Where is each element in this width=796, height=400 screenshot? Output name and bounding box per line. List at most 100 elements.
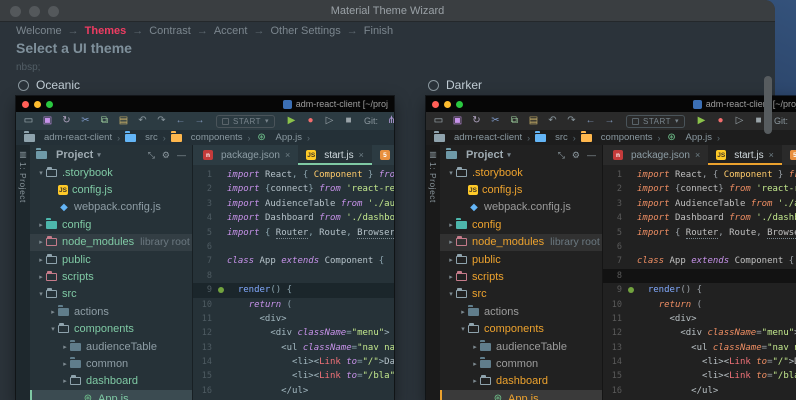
radio-button-icon[interactable] — [428, 80, 439, 91]
theme-option-darker[interactable]: Darker adm-react-client [~/proj▭▣↻✂⧉▤↶↷←… — [426, 76, 768, 400]
code-line: 10 return ( — [193, 298, 394, 312]
save-all-icon: ▣ — [42, 116, 53, 126]
tree-item-label: App.js — [98, 393, 129, 400]
tree-item-audiencetable: ▸audienceTable — [30, 338, 192, 355]
line-number: 6 — [193, 240, 217, 254]
tree-item-common: ▸common — [440, 355, 602, 372]
react-file-icon: ⊛ — [666, 132, 678, 143]
wizard-titlebar[interactable]: Material Theme Wizard — [0, 0, 775, 22]
line-number: 12 — [193, 326, 217, 340]
run-configuration-select: START▾ — [626, 115, 685, 128]
tree-item-label: config.js — [72, 184, 112, 196]
close-tab-icon: × — [285, 150, 290, 160]
scrollbar-thumb[interactable] — [764, 76, 772, 134]
breadcrumb-label: components — [191, 132, 243, 143]
gutter-marker-slot — [627, 182, 637, 196]
gutter-marker-slot — [627, 269, 637, 283]
line-number: 8 — [603, 269, 627, 283]
zoom-button[interactable] — [48, 6, 59, 17]
code-line: 4import Dashboard from './dashboard/Dash… — [603, 211, 796, 225]
code-token: <li>< — [637, 357, 729, 367]
code-token — [637, 300, 659, 310]
folder-icon — [171, 134, 182, 142]
code-line: 15 <li><Link to="/bla">Audience</Link> — [193, 369, 394, 383]
theme-option-oceanic[interactable]: Oceanic adm-react-client [~/proj▭▣↻✂⧉▤↶↷… — [16, 76, 398, 400]
code-line: 3import AudienceTable from './audienceTa… — [193, 197, 394, 211]
folder-icon — [58, 325, 69, 333]
breadcrumb-label: src — [145, 132, 158, 143]
close-button[interactable] — [10, 6, 21, 17]
tree-item-label: App.js — [508, 393, 539, 400]
code-token: } — [363, 170, 379, 180]
ide-breadcrumbs: adm-react-client›src›components›⊛App.js› — [426, 130, 796, 145]
wizard-step-finish[interactable]: Finish — [364, 25, 393, 37]
code-token: "/" — [772, 357, 788, 367]
code-text: <li><Link to="/">Dashboard</Link></li> — [637, 355, 796, 369]
radio-button-icon[interactable] — [18, 80, 29, 91]
ide-window-title: adm-react-client [~/proj — [693, 99, 796, 109]
traffic-lights[interactable] — [10, 6, 59, 17]
minimize-button[interactable] — [29, 6, 40, 17]
editor: npackage.json×JSstart.js×5index.html1imp… — [193, 145, 394, 400]
wizard-step-other-settings[interactable]: Other Settings — [270, 25, 340, 37]
ide-minimize-icon — [444, 101, 451, 108]
wizard-step-accent[interactable]: Accent — [214, 25, 248, 37]
subtext: nbsp; — [16, 62, 40, 73]
tree-item-label: config — [62, 219, 91, 231]
gutter-marker-slot — [217, 168, 227, 182]
theme-preview-darker[interactable]: adm-react-client [~/proj▭▣↻✂⧉▤↶↷←→START▾… — [426, 96, 796, 400]
chevron-down-icon: ▾ — [97, 151, 101, 159]
code-token: App — [260, 256, 282, 266]
theme-preview-oceanic[interactable]: adm-react-client [~/proj▭▣↻✂⧉▤↶↷←→START▾… — [16, 96, 394, 400]
code-text: import Dashboard from './dashboard/Dashb… — [227, 211, 394, 225]
code-text — [637, 269, 796, 283]
project-header-label: Project — [466, 149, 503, 161]
line-number: 2 — [193, 182, 217, 196]
code-text: import AudienceTable from './audienceTab… — [227, 197, 394, 211]
code-token: Dashboard — [265, 213, 319, 223]
code-token: React — [265, 170, 292, 180]
tab-label: start.js — [734, 150, 763, 161]
code-token: render — [648, 285, 681, 295]
wizard-step-contrast[interactable]: Contrast — [149, 25, 191, 37]
code-token: { — [379, 256, 384, 266]
tree-item-label: config — [472, 219, 501, 231]
code-token: { — [789, 256, 794, 266]
code-token: Component — [325, 256, 379, 266]
collapse-all-icon: ⤡ — [148, 150, 155, 161]
breadcrumb-label: adm-react-client — [454, 132, 522, 143]
line-number: 11 — [193, 312, 217, 326]
wizard-step-welcome[interactable]: Welcome — [16, 25, 62, 37]
code-token: to — [756, 371, 767, 381]
code-token: class — [227, 256, 260, 266]
code-token: className — [713, 343, 762, 353]
tree-expand-icon: ▸ — [36, 256, 46, 264]
ide-main: ▥1: ProjectProject▾⤡⚙—▾.storybookJSconfi… — [16, 145, 394, 400]
code-token: to — [346, 371, 357, 381]
tree-item-config-js: JSconfig.js — [440, 181, 602, 198]
tree-item-dashboard: ▸dashboard — [30, 373, 192, 390]
line-number: 14 — [193, 355, 217, 369]
tree-expand-icon: ▸ — [36, 273, 46, 281]
code-token: Router — [276, 228, 309, 239]
window-title: Material Theme Wizard — [331, 5, 445, 17]
gutter-marker-slot — [627, 312, 637, 326]
collapse-all-icon: ⤡ — [558, 150, 565, 161]
override-marker-icon — [628, 287, 634, 293]
gutter-marker-slot — [217, 254, 227, 268]
wizard-step-themes[interactable]: Themes — [85, 25, 127, 37]
tree-item-label: node_modules — [62, 236, 134, 248]
folder-icon — [125, 134, 136, 142]
radio-row-darker[interactable]: Darker — [428, 76, 768, 94]
chevron-down-icon: ▾ — [265, 117, 269, 125]
cut-icon: ✂ — [80, 116, 91, 126]
radio-row-oceanic[interactable]: Oceanic — [18, 76, 398, 94]
breadcrumb-src: src — [125, 132, 158, 143]
folder-icon — [58, 308, 69, 316]
library-root-suffix: library root — [140, 236, 190, 248]
gutter-marker-slot — [627, 355, 637, 369]
chevron-right-icon: › — [248, 133, 251, 143]
folder-icon — [46, 169, 57, 177]
gutter-marker-slot — [217, 384, 227, 398]
code-text: <div className="menu"> — [227, 326, 394, 340]
